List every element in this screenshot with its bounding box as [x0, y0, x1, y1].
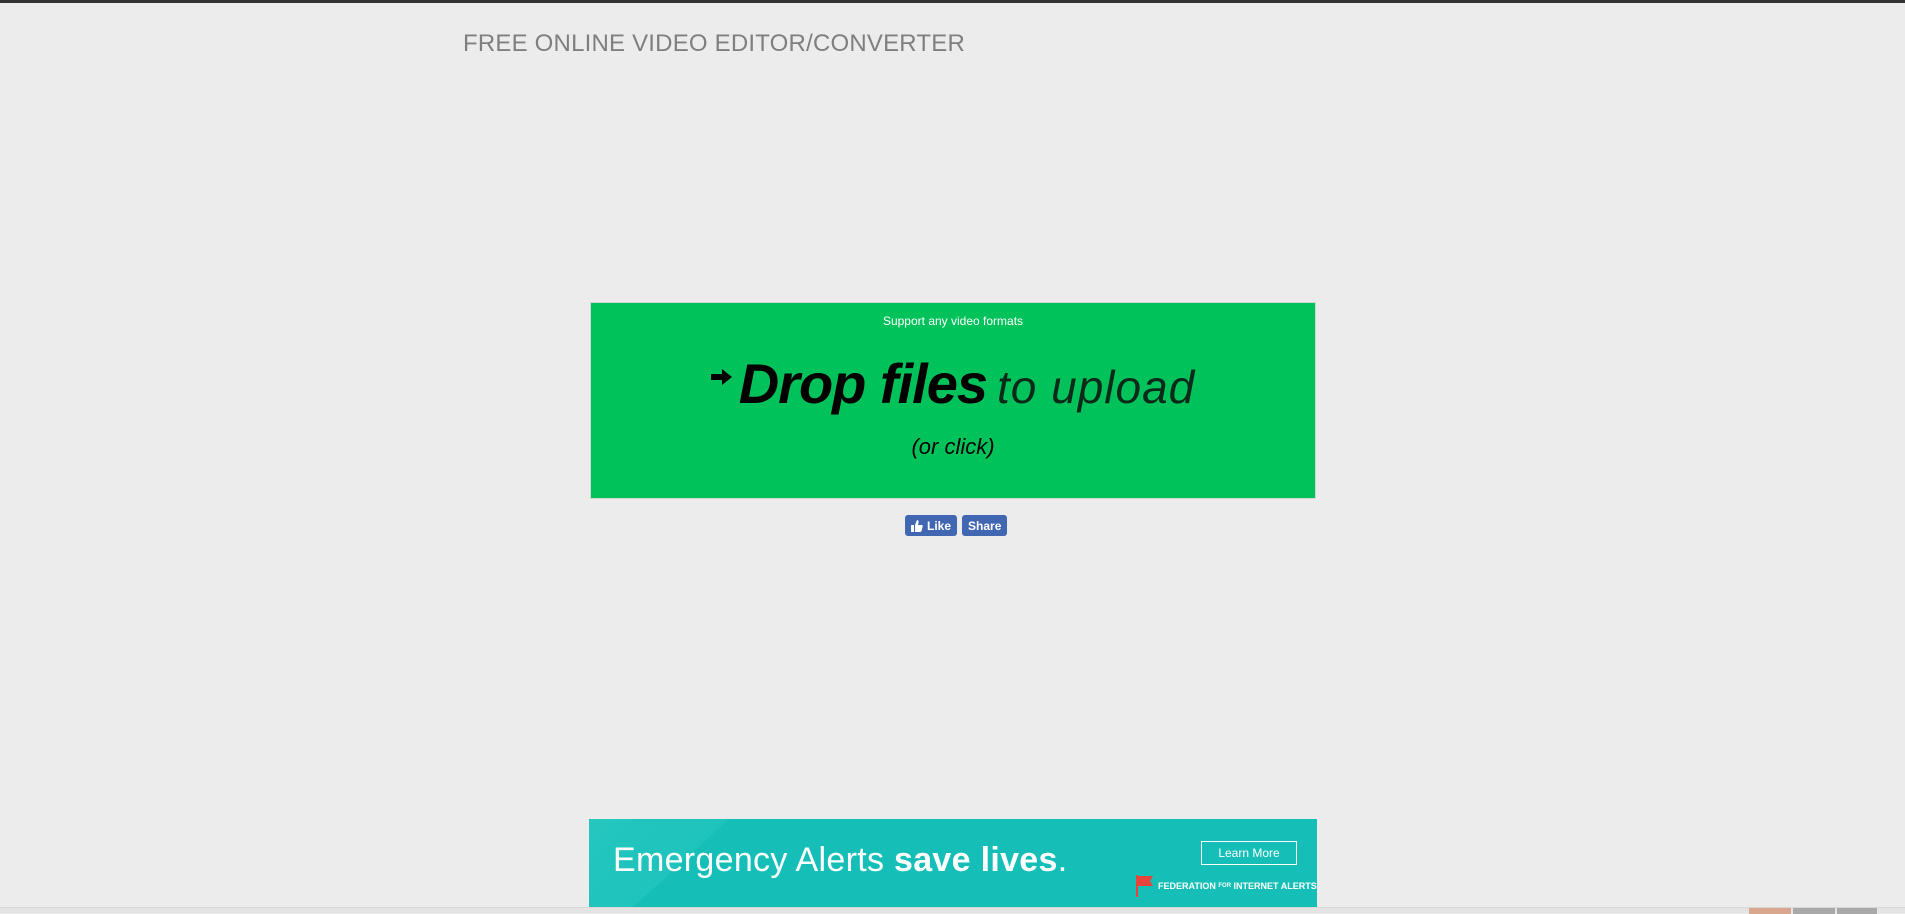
status-segment	[1837, 908, 1877, 914]
bottom-status-bar	[0, 907, 1905, 914]
ad-organization: FEDERATION FOR INTERNET ALERTS	[1136, 875, 1317, 897]
social-buttons: Like Share	[905, 515, 1008, 536]
ad-headline: Emergency Alerts save lives.	[613, 841, 1067, 880]
facebook-share-button[interactable]: Share	[962, 515, 1008, 536]
ad-headline-light: Emergency Alerts	[613, 841, 894, 879]
facebook-like-button[interactable]: Like	[905, 515, 958, 536]
ad-headline-period: .	[1057, 841, 1068, 879]
to-upload-label: to upload	[996, 361, 1196, 413]
ad-headline-bold: save lives	[894, 841, 1058, 879]
drop-files-heading: Drop files to upload	[591, 351, 1315, 416]
or-click-label: (or click)	[911, 434, 995, 459]
site-title: FREE ONLINE VIDEO EDITOR/CONVERTER	[463, 30, 965, 57]
like-label: Like	[927, 518, 952, 533]
share-label: Share	[968, 518, 1002, 533]
thumbs-up-icon	[911, 519, 923, 532]
status-segment	[1793, 908, 1835, 914]
org-name-part-2: FOR	[1218, 883, 1232, 889]
emergency-alerts-ad[interactable]: Emergency Alerts save lives. Learn More …	[589, 819, 1317, 909]
file-drop-zone[interactable]: Support any video formats Drop files to u…	[590, 302, 1316, 499]
learn-more-button[interactable]: Learn More	[1201, 841, 1297, 865]
supported-formats-text: Support any video formats	[882, 314, 1024, 328]
red-flag-icon	[1136, 875, 1153, 897]
status-segment	[1749, 908, 1791, 914]
top-border	[0, 0, 1905, 3]
arrow-right-icon	[710, 369, 733, 390]
org-name-part-3: INTERNET ALERTS	[1233, 881, 1317, 891]
org-name-part-1: FEDERATION	[1158, 881, 1216, 891]
drop-files-label: Drop files	[738, 352, 988, 415]
